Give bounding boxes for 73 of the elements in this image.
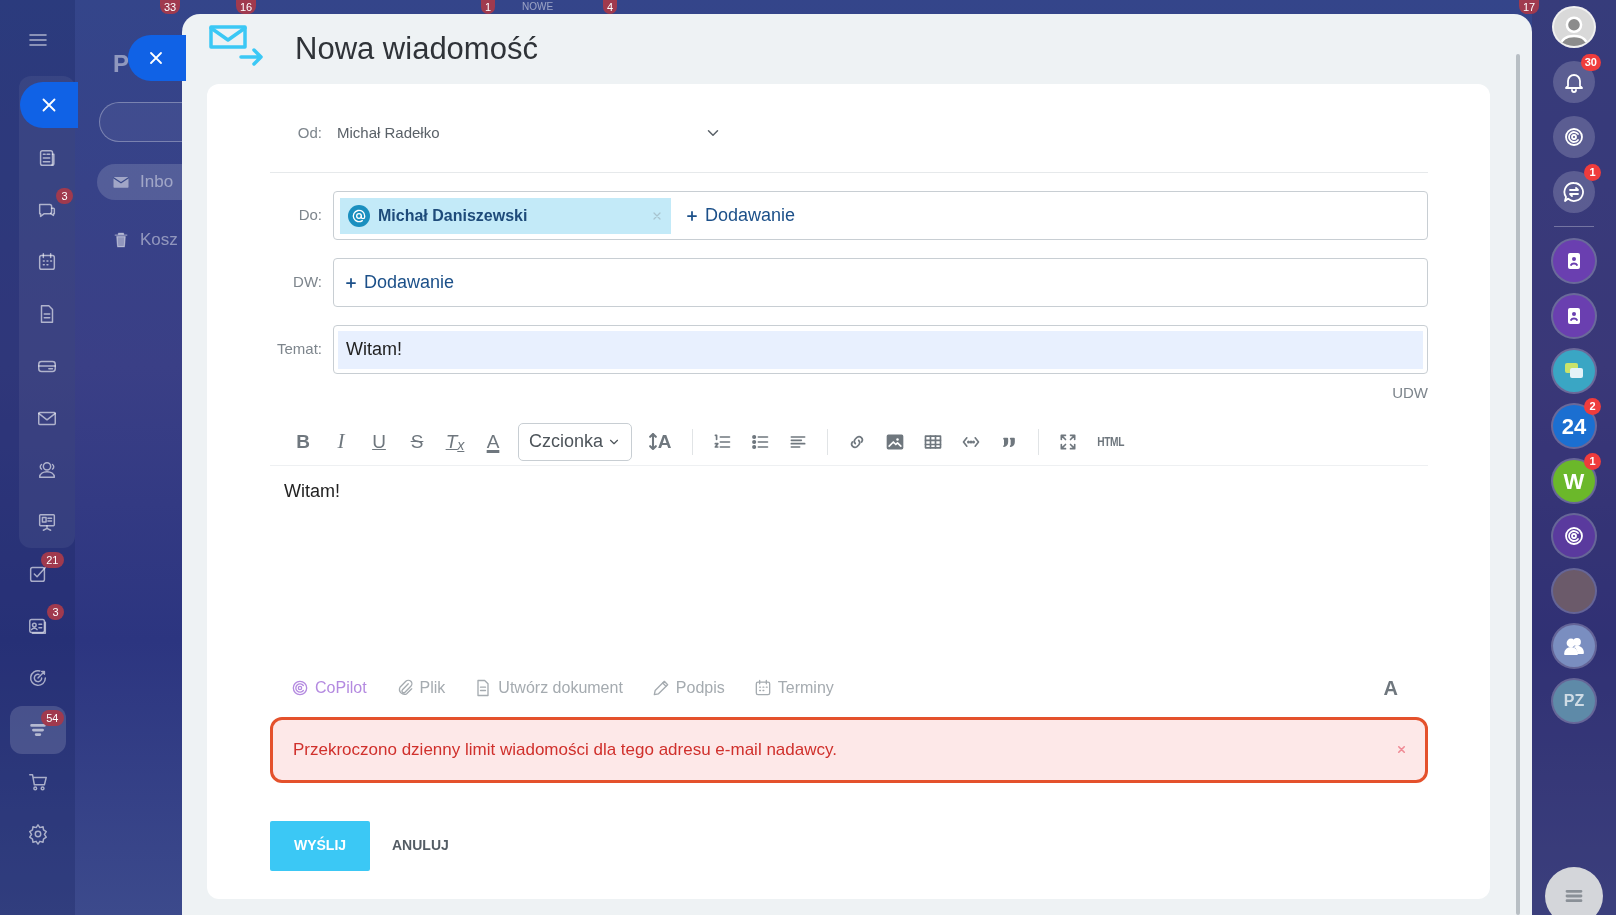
copilot-icon — [1562, 524, 1586, 548]
close-icon — [1396, 744, 1407, 755]
new-label: NOWE — [521, 0, 555, 14]
field-label: Od: — [296, 122, 322, 143]
italic-button[interactable]: I — [322, 424, 360, 459]
recipient-name: Michał Daniszewski — [378, 205, 528, 226]
cart-icon — [26, 771, 49, 793]
sidebar-item[interactable]: 54 — [9, 706, 66, 754]
font-color-button[interactable]: A — [474, 424, 512, 459]
count-badge: 21 — [41, 552, 64, 568]
recipient-field[interactable]: Michał Daniszewski Dodawanie — [333, 191, 1428, 240]
subject-field[interactable]: Witam! — [333, 325, 1428, 374]
chat-icon — [1562, 180, 1586, 204]
count-badge: 3 — [47, 604, 64, 620]
font-dropdown[interactable]: Czcionka — [518, 422, 633, 461]
formatting-toggle[interactable]: A — [1377, 671, 1404, 704]
app-button[interactable] — [1553, 515, 1595, 557]
copilot-action[interactable]: CoPilot — [290, 675, 367, 700]
message-body: Witam! — [284, 480, 340, 501]
sidebar-item[interactable]: 21 — [9, 548, 66, 600]
page-title: P — [113, 49, 129, 79]
close-button[interactable] — [128, 35, 186, 81]
window-title: Nowa wiadomość — [295, 30, 538, 68]
count-badge: 1 — [1584, 164, 1601, 181]
underline-button[interactable]: U — [360, 424, 398, 459]
count-badge: 17 — [1519, 0, 1540, 14]
strikethrough-button[interactable]: S — [398, 424, 436, 459]
html-button[interactable]: HTML — [1090, 424, 1131, 459]
plus-icon — [685, 208, 699, 223]
menu-button[interactable] — [1545, 867, 1603, 915]
up-down-arrow-icon — [648, 433, 657, 450]
cancel-button[interactable]: ANULUJ — [386, 834, 455, 857]
field-label: Temat: — [276, 339, 322, 360]
app-button[interactable]: PZ — [1553, 680, 1595, 722]
error-message: Przekroczono dzienny limit wiadomości dla tego adresu e-mail nadawcy. — [293, 738, 837, 761]
bold-button[interactable]: B — [284, 424, 322, 459]
count-badge: 30 — [1580, 54, 1601, 71]
clear-format-button[interactable]: T$_{x}$ — [436, 424, 474, 459]
user-avatar[interactable] — [1552, 6, 1596, 48]
settings-icon — [26, 823, 49, 845]
field-label: DW: — [292, 272, 322, 293]
sidebar-item[interactable]: 3 — [18, 184, 75, 236]
calendar-action[interactable]: Terminy — [752, 675, 834, 700]
field-label: Do: — [297, 205, 322, 226]
scrollbar[interactable] — [1516, 54, 1520, 915]
fullscreen-icon — [1058, 431, 1079, 452]
count-badge: 2 — [1584, 398, 1601, 415]
count-badge: 1 — [481, 0, 496, 14]
pen-action[interactable]: Podpis — [650, 675, 725, 700]
app-button[interactable] — [1553, 240, 1595, 282]
folder-item[interactable]: Kosz — [97, 222, 182, 258]
cc-field[interactable]: Dodawanie — [333, 258, 1428, 307]
sidebar-item[interactable]: 3 — [9, 600, 66, 652]
clip-action[interactable]: Plik — [394, 675, 446, 700]
copilot-icon — [1562, 125, 1586, 149]
count-badge: 4 — [603, 0, 618, 14]
bcc-link[interactable]: UDW — [1392, 384, 1428, 401]
copilot-button[interactable] — [1553, 116, 1595, 158]
count-badge: 33 — [160, 0, 181, 14]
add-link[interactable]: Dodawanie — [681, 202, 796, 229]
count-badge: 3 — [56, 188, 73, 204]
app-button[interactable] — [1553, 295, 1595, 337]
count-badge: 16 — [236, 0, 257, 14]
close-button[interactable] — [19, 82, 78, 128]
doc-action[interactable]: Utwórz dokument — [473, 675, 623, 700]
count-badge: 1 — [1584, 453, 1601, 470]
app-button[interactable] — [1553, 625, 1595, 667]
count-badge: 54 — [41, 710, 64, 726]
plus-icon — [344, 275, 358, 290]
app-button[interactable] — [1553, 350, 1595, 392]
font-size-button[interactable]: A — [638, 424, 683, 459]
add-link[interactable]: Dodawanie — [340, 269, 455, 296]
sender-dropdown[interactable]: Michał Radełko — [333, 120, 728, 146]
